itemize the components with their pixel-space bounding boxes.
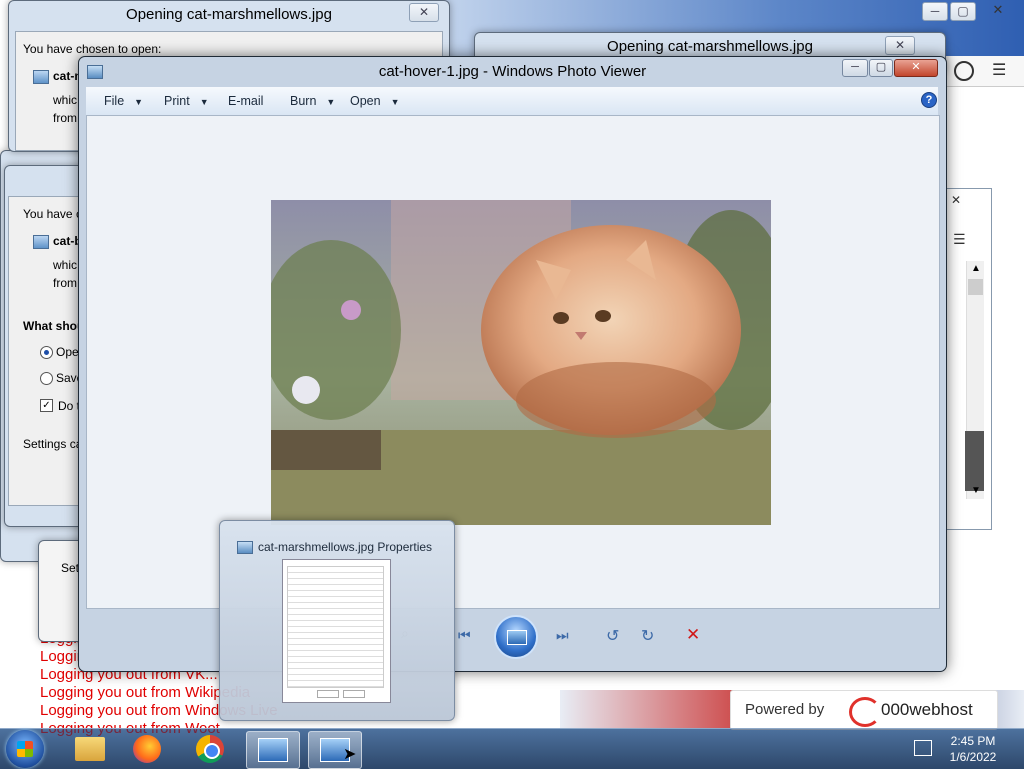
photo-viewer-icon — [258, 738, 288, 762]
chosen-label: You have c — [23, 207, 82, 221]
photo-viewer-window[interactable]: cat-hover-1.jpg - Windows Photo Viewer ─… — [78, 56, 947, 672]
network-icon[interactable] — [914, 740, 932, 756]
clock-date: 1/6/2022 — [949, 750, 997, 764]
next-icon[interactable]: ⏭ — [556, 627, 569, 644]
open-with-radio[interactable] — [40, 346, 53, 359]
powered-by-brand: 000webhost — [881, 700, 973, 719]
chosen-label: You have chosen to open: — [23, 42, 162, 56]
taskbar: ➤ 2:45 PM 1/6/2022 — [0, 728, 1024, 769]
rotate-counterclockwise-icon[interactable]: ↺ — [606, 626, 619, 646]
taskbar-firefox[interactable] — [122, 731, 174, 767]
properties-window-icon — [237, 541, 253, 554]
taskbar-photo-viewer[interactable] — [246, 731, 300, 769]
settings-text: Settings ca — [23, 437, 83, 451]
browser-close-button[interactable]: ✕ — [986, 2, 1010, 18]
action-question: What shou — [23, 319, 85, 333]
browser-minimize-button[interactable]: ─ — [922, 2, 948, 21]
browser-menu-icon[interactable]: ☰ — [992, 60, 1006, 80]
do-this-automatically-checkbox[interactable]: ✓ — [40, 399, 53, 412]
print-menu[interactable]: Print ▼ — [164, 87, 209, 115]
slideshow-button[interactable] — [494, 615, 538, 659]
browser-maximize-button[interactable]: ▢ — [950, 2, 976, 21]
cancel-button-preview — [343, 690, 365, 698]
image-file-icon — [33, 235, 49, 249]
chrome-icon — [196, 735, 224, 763]
powered-by-badge[interactable]: Powered by 000webhost — [730, 690, 998, 730]
folder-icon — [75, 737, 105, 761]
file-type-text: whic — [53, 93, 78, 107]
firefox-icon — [133, 735, 161, 763]
scroll-up-arrow-icon[interactable]: ▲ — [971, 263, 981, 274]
taskbar-photo-viewer-2[interactable]: ➤ — [308, 731, 362, 769]
properties-list-preview — [287, 566, 384, 688]
taskbar-thumbnail-preview[interactable]: cat-marshmellows.jpg Properties — [219, 520, 455, 721]
dark-block — [965, 431, 984, 491]
open-with-label: Ope — [56, 345, 79, 359]
save-file-radio[interactable] — [40, 372, 53, 385]
windows-logo-icon — [17, 741, 33, 757]
properties-dialog-preview — [282, 559, 391, 703]
do-this-label: Do t — [58, 399, 81, 413]
dialog-close-button[interactable]: ✕ — [409, 3, 439, 22]
taskbar-explorer[interactable] — [64, 731, 116, 767]
print-menu-label: Print — [164, 94, 190, 108]
mouse-cursor-icon: ➤ — [343, 746, 357, 763]
delete-icon[interactable]: ✕ — [686, 625, 700, 645]
previous-icon[interactable]: ⏮ — [458, 627, 471, 644]
minimize-button[interactable]: ─ — [842, 59, 868, 77]
image-canvas — [86, 115, 940, 609]
file-source-text: from — [53, 111, 77, 125]
scroll-thumb[interactable] — [968, 279, 983, 295]
clock-time: 2:45 PM — [950, 734, 996, 748]
slideshow-icon — [507, 630, 527, 645]
scrollbar[interactable]: ▲ ▼ — [965, 261, 984, 499]
burn-menu-label: Burn — [290, 94, 317, 108]
command-bar: File ▼ Print ▼ E-mail Burn ▼ Open ▼ ? — [86, 87, 938, 116]
dialog-title: Opening cat-marshmellows.jpg — [126, 6, 332, 23]
rotate-clockwise-icon[interactable]: ↻ — [641, 626, 654, 646]
open-menu[interactable]: Open ▼ — [350, 87, 400, 115]
cat-photo — [271, 200, 771, 525]
window-title: cat-hover-1.jpg - Windows Photo Viewer — [378, 63, 647, 80]
image-file-icon — [33, 70, 49, 84]
start-button[interactable] — [6, 730, 44, 768]
menu-icon[interactable]: ☰ — [953, 231, 966, 248]
system-clock[interactable]: 2:45 PM 1/6/2022 — [940, 733, 1006, 765]
burn-menu[interactable]: Burn ▼ — [290, 87, 335, 115]
maximize-button[interactable]: ▢ — [869, 59, 893, 77]
chevron-down-icon: ▼ — [390, 97, 400, 107]
file-type-text: whic — [53, 258, 78, 272]
chrome-center — [204, 743, 220, 759]
browser-toolbar: ☰ — [944, 56, 1024, 87]
open-menu-label: Open — [350, 94, 381, 108]
close-icon[interactable]: ✕ — [951, 193, 961, 207]
history-clock-icon[interactable] — [954, 61, 974, 81]
powered-by-label: Powered by — [745, 701, 825, 718]
dialog-set-text: Set — [61, 561, 80, 575]
webhost-logo-icon — [849, 697, 881, 727]
thumbnail-title: cat-marshmellows.jpg Properties — [258, 540, 433, 554]
email-menu-label: E-mail — [228, 94, 264, 108]
file-menu-label: File — [104, 94, 125, 108]
email-menu[interactable]: E-mail — [228, 87, 263, 115]
ok-button-preview — [317, 690, 339, 698]
file-source-text: from — [53, 276, 77, 290]
help-icon[interactable]: ? — [921, 92, 937, 108]
chevron-down-icon: ▼ — [199, 97, 209, 107]
scroll-down-arrow-icon[interactable]: ▼ — [971, 485, 981, 496]
dialog-close-button[interactable]: ✕ — [885, 36, 915, 55]
chevron-down-icon: ▼ — [326, 97, 336, 107]
chevron-down-icon: ▼ — [134, 97, 144, 107]
taskbar-chrome[interactable] — [184, 731, 236, 767]
close-button[interactable]: ✕ — [894, 59, 938, 77]
file-menu[interactable]: File ▼ — [104, 87, 143, 115]
background-browser-window: ✕ ☰ ▲ ▼ — [940, 188, 992, 530]
playback-toolbar: ⌕ ⏮ ⏭ ↺ ↻ ✕ — [86, 609, 938, 665]
